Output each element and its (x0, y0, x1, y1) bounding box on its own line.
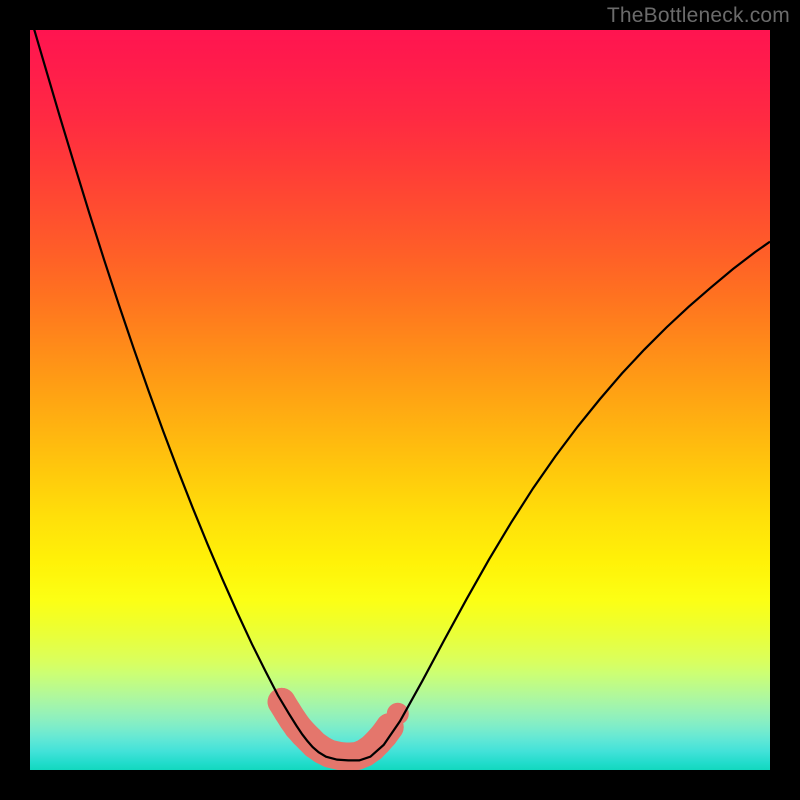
anomaly-highlight (268, 688, 409, 770)
chart-svg (30, 30, 770, 770)
bottleneck-curve (30, 30, 770, 760)
plot-area (30, 30, 770, 770)
watermark-text: TheBottleneck.com (607, 4, 790, 28)
chart-frame: TheBottleneck.com (0, 0, 800, 800)
